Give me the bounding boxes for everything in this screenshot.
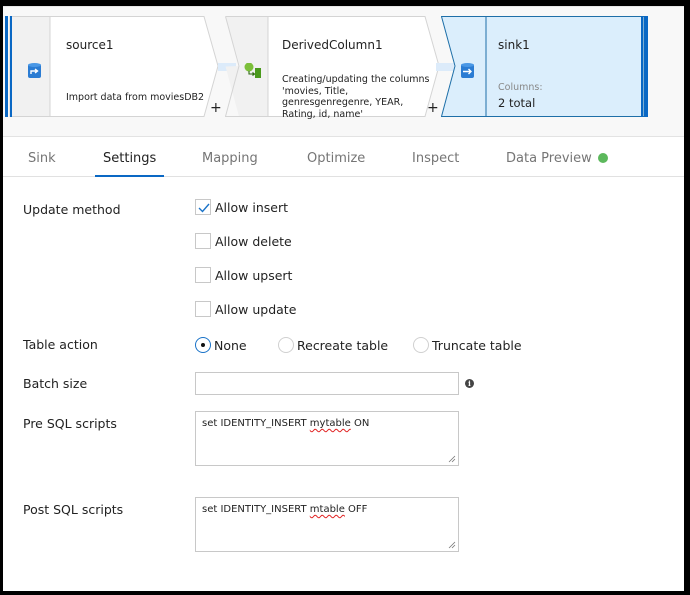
node-source[interactable]: source1 Import data from moviesDB2 + [5,16,222,117]
node-derived-title: DerivedColumn1 [282,38,383,52]
desc-line: Creating/updating the columns [282,74,430,85]
table-action-none-radio[interactable]: None [195,336,247,354]
radio-label: Truncate table [432,337,522,353]
desc-line: genresgenregenre, YEAR, [282,97,404,108]
node-sink-title: sink1 [498,38,530,52]
node-source-title: source1 [66,38,114,52]
sql-text: set IDENTITY_INSERT [202,418,310,429]
table-action-label: Table action [23,337,98,352]
table-action-truncate-radio[interactable]: Truncate table [413,336,522,354]
radio-circle[interactable] [278,337,294,353]
post-sql-label: Post SQL scripts [23,502,124,517]
allow-update-label: Allow update [215,301,297,317]
batch-size-label: Batch size [23,376,88,391]
allow-insert-label: Allow insert [215,199,288,215]
tab-label: Mapping [202,151,258,166]
resize-handle-icon[interactable] [448,541,456,549]
resize-handle-icon[interactable] [448,455,456,463]
node-sink-columns-label: Columns: [498,82,543,93]
pre-sql-textarea[interactable]: set IDENTITY_INSERT mytable ON [195,411,459,466]
node-derived-column[interactable]: DerivedColumn1 Creating/updating the col… [225,16,441,120]
tab-settings[interactable]: Settings [94,137,165,177]
tab-label: Sink [28,151,56,166]
tab-optimize[interactable]: Optimize [307,137,365,177]
add-transform-button[interactable]: + [210,100,222,116]
derived-column-icon [244,62,262,83]
spellcheck-flagged-word: mtable [309,504,345,515]
tab-data-preview[interactable]: Data Preview [506,137,608,177]
radio-label: Recreate table [297,337,389,353]
radio-circle[interactable] [195,337,211,353]
allow-insert-checkbox[interactable]: Allow insert [195,198,288,216]
allow-upsert-checkbox[interactable]: Allow upsert [195,266,292,284]
allow-delete-label: Allow delete [215,233,292,249]
tab-label: Optimize [307,151,366,166]
checkbox-box[interactable] [195,199,211,215]
table-action-recreate-radio[interactable]: Recreate table [278,336,388,354]
tab-label: Data Preview [506,151,592,166]
node-derived-description: Creating/updating the columns 'movies, T… [282,74,429,120]
node-sink[interactable]: sink1 Columns: 2 total [441,16,653,117]
sql-text: OFF [344,504,368,515]
status-dot-icon [597,153,608,163]
tab-sink[interactable]: Sink [28,137,56,177]
node-source-description: Import data from moviesDB2 [66,92,205,103]
desc-line: Rating, id, name' [282,108,363,120]
checkmark-icon [198,203,210,213]
sql-text: ON [350,418,370,429]
info-icon[interactable]: i [465,379,474,388]
sql-text: set IDENTITY_INSERT [202,504,310,515]
node-sink-columns-value: 2 total [498,96,536,110]
source-dataset-icon [28,63,41,82]
update-method-label: Update method [23,202,121,217]
add-transform-button[interactable]: + [427,100,439,116]
pre-sql-label: Pre SQL scripts [23,416,117,431]
allow-delete-checkbox[interactable]: Allow delete [195,232,292,250]
checkbox-box[interactable] [195,267,211,283]
radio-circle[interactable] [413,337,429,353]
batch-size-input[interactable] [195,372,459,395]
tab-label: Inspect [412,151,460,166]
spellcheck-flagged-word: mytable [309,418,351,429]
tab-inspect[interactable]: Inspect [412,137,459,177]
tab-mapping[interactable]: Mapping [202,137,258,177]
sink-settings-panel: source1 Import data from moviesDB2 + Der… [3,6,684,591]
post-sql-textarea[interactable]: set IDENTITY_INSERT mtable OFF [195,497,459,552]
settings-tabs: Sink Settings Mapping Optimize Inspect D… [3,137,684,177]
tab-label: Settings [103,151,157,166]
allow-upsert-label: Allow upsert [215,267,293,283]
allow-update-checkbox[interactable]: Allow update [195,300,296,318]
checkbox-box[interactable] [195,233,211,249]
radio-label: None [214,337,247,353]
sink-dataset-icon [461,63,474,82]
desc-line: 'movies, Title, [282,85,349,97]
dataflow-canvas: source1 Import data from moviesDB2 + Der… [3,6,684,137]
checkbox-box[interactable] [195,301,211,317]
